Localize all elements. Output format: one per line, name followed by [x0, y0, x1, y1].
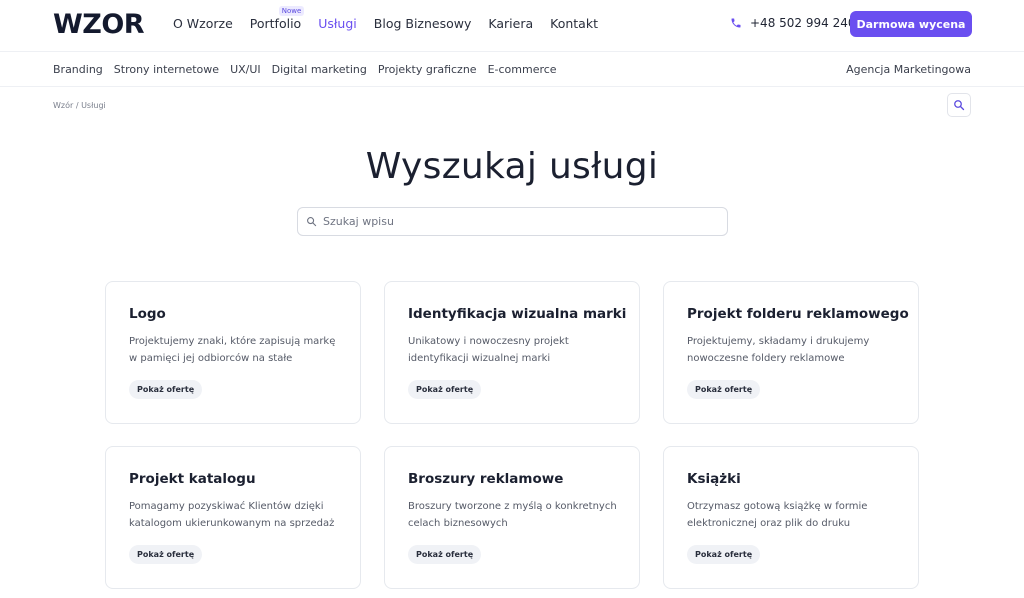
show-offer-button[interactable]: Pokaż ofertę: [129, 545, 203, 564]
nav-item-blog[interactable]: Blog Biznesowy: [374, 16, 472, 31]
show-offer-button[interactable]: Pokaż ofertę: [687, 545, 761, 564]
show-offer-button[interactable]: Pokaż ofertę: [408, 380, 482, 399]
phone-icon: [731, 18, 741, 28]
logo[interactable]: WZOR: [53, 9, 145, 40]
page-title: Wyszukaj usługi: [365, 146, 659, 187]
card-title: Projekt folderu reklamowego: [687, 306, 909, 322]
card-description: Projektujemy, składamy i drukujemy nowoc…: [687, 336, 870, 364]
new-badge: Nowe: [278, 6, 305, 16]
main-nav: O Wzorze Nowe Portfolio Usługi Blog Bizn…: [173, 6, 615, 31]
card-title: Książki: [687, 471, 741, 487]
show-offer-button[interactable]: Pokaż ofertę: [408, 545, 482, 564]
card-description: Unikatowy i nowoczesny projekt identyfik…: [408, 336, 569, 364]
subnav-item-digital[interactable]: Digital marketing: [272, 63, 367, 76]
top-navbar: WZOR O Wzorze Nowe Portfolio Usługi Blog…: [0, 0, 1024, 52]
breadcrumb[interactable]: Wzór / Usługi: [53, 101, 106, 110]
card-description: Projektujemy znaki, które zapisują markę…: [129, 336, 336, 364]
service-card-katalog[interactable]: Projekt katalogu Pomagamy pozyskiwać Kli…: [105, 446, 361, 589]
phone-number: +48 502 994 240: [750, 16, 856, 30]
phone-link[interactable]: +48 502 994 240: [730, 16, 855, 30]
card-description: Broszury tworzone z myślą o konkretnych …: [408, 501, 617, 529]
nav-item-uslugi[interactable]: Usługi: [318, 16, 357, 31]
service-card-broszury[interactable]: Broszury reklamowe Broszury tworzone z m…: [384, 446, 640, 589]
nav-item-portfolio[interactable]: Nowe Portfolio: [249, 6, 305, 31]
subnav-item-ecommerce[interactable]: E-commerce: [488, 63, 557, 76]
search-box: [297, 207, 728, 236]
nav-item-o-wzorze[interactable]: O Wzorze: [173, 16, 233, 31]
card-title: Broszury reklamowe: [408, 471, 564, 487]
service-card-identyfikacja[interactable]: Identyfikacja wizualna marki Unikatowy i…: [384, 281, 640, 424]
subnav-list: Branding Strony internetowe UX/UI Digita…: [53, 63, 568, 76]
show-offer-button[interactable]: Pokaż ofertę: [129, 380, 203, 399]
search-icon: [954, 100, 965, 111]
subnav-item-uxui[interactable]: UX/UI: [230, 63, 261, 76]
free-quote-button[interactable]: Darmowa wycena: [850, 11, 972, 37]
subnav-item-branding[interactable]: Branding: [53, 63, 103, 76]
agency-link[interactable]: Agencja Marketingowa: [846, 63, 971, 76]
card-title: Logo: [129, 306, 166, 322]
card-title: Projekt katalogu: [129, 471, 256, 487]
nav-item-kontakt[interactable]: Kontakt: [550, 16, 598, 31]
search-input[interactable]: [323, 215, 703, 228]
service-card-folder[interactable]: Projekt folderu reklamowego Projektujemy…: [663, 281, 919, 424]
search-button[interactable]: [947, 93, 971, 117]
card-title: Identyfikacja wizualna marki: [408, 306, 627, 322]
service-card-ksiazki[interactable]: Książki Otrzymasz gotową książkę w formi…: [663, 446, 919, 589]
nav-item-kariera[interactable]: Kariera: [488, 16, 533, 31]
card-description: Pomagamy pozyskiwać Klientów dzięki kata…: [129, 501, 335, 529]
subnav-item-projekty[interactable]: Projekty graficzne: [378, 63, 477, 76]
services-subnav: Branding Strony internetowe UX/UI Digita…: [0, 52, 1024, 87]
card-description: Otrzymasz gotową książkę w formie elektr…: [687, 501, 868, 529]
nav-item-label: Portfolio: [249, 16, 302, 31]
show-offer-button[interactable]: Pokaż ofertę: [687, 380, 761, 399]
service-card-logo[interactable]: Logo Projektujemy znaki, które zapisują …: [105, 281, 361, 424]
subnav-item-strony[interactable]: Strony internetowe: [114, 63, 219, 76]
search-icon: [307, 217, 317, 227]
